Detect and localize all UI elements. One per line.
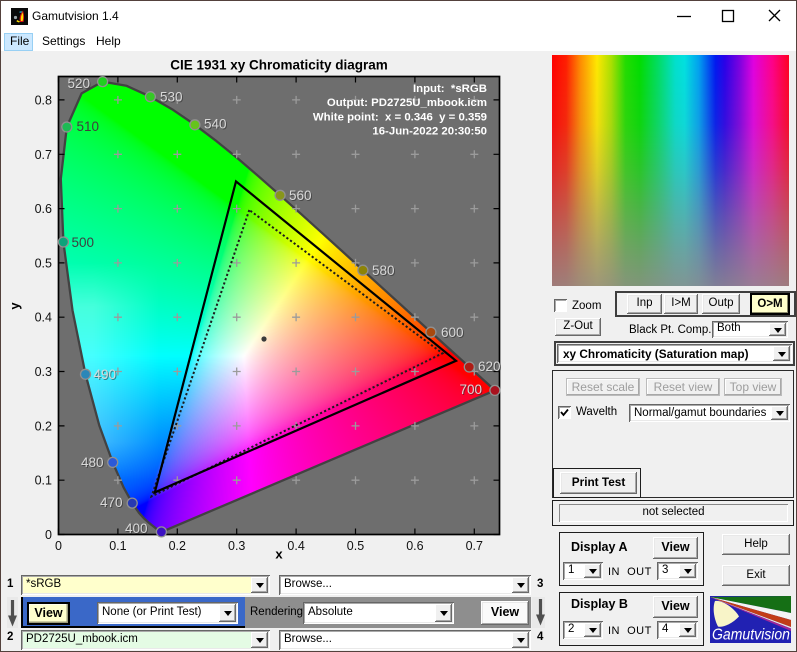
svg-text:0.3: 0.3 — [228, 539, 245, 553]
svg-text:Output: PD2725U_mbook.icm: Output: PD2725U_mbook.icm — [327, 97, 487, 109]
svg-text:500: 500 — [72, 235, 95, 250]
svg-text:Gamutvision: Gamutvision — [712, 627, 790, 644]
svg-text:600: 600 — [441, 325, 464, 340]
svg-text:0.7: 0.7 — [35, 148, 52, 162]
svg-text:White point: x = 0.346 y = 0: White point: x = 0.346 y = 0.359 — [313, 112, 487, 124]
svg-text:580: 580 — [372, 263, 395, 278]
svg-text:0.1: 0.1 — [109, 539, 126, 553]
svg-text:0.4: 0.4 — [287, 539, 304, 553]
svg-text:16-Jun-2022 20:30:50: 16-Jun-2022 20:30:50 — [372, 126, 487, 138]
svg-text:0.7: 0.7 — [466, 539, 483, 553]
svg-text:0.3: 0.3 — [35, 365, 52, 379]
svg-text:400: 400 — [125, 521, 148, 536]
svg-text:480: 480 — [81, 455, 104, 470]
svg-text:0.6: 0.6 — [35, 202, 52, 216]
svg-text:470: 470 — [100, 495, 123, 510]
svg-text:x: x — [275, 547, 283, 562]
svg-text:620: 620 — [478, 359, 501, 374]
svg-text:0: 0 — [55, 539, 62, 553]
svg-text:0.5: 0.5 — [347, 539, 364, 553]
svg-text:510: 510 — [77, 119, 100, 134]
svg-text:0.2: 0.2 — [35, 419, 52, 433]
svg-text:0: 0 — [45, 528, 52, 542]
svg-text:530: 530 — [160, 89, 183, 104]
svg-text:Input: *sRGB: Input: *sRGB — [413, 83, 487, 95]
svg-text:540: 540 — [204, 116, 227, 131]
svg-text:560: 560 — [289, 188, 312, 203]
svg-text:0.5: 0.5 — [35, 256, 52, 270]
svg-text:490: 490 — [94, 367, 117, 382]
svg-text:0.2: 0.2 — [169, 539, 186, 553]
svg-text:0.1: 0.1 — [35, 474, 52, 488]
svg-text:0.8: 0.8 — [35, 93, 52, 107]
svg-text:y: y — [7, 302, 22, 310]
svg-text:0.4: 0.4 — [35, 311, 52, 325]
svg-text:520: 520 — [67, 76, 90, 91]
svg-text:CIE 1931 xy Chromaticity diagr: CIE 1931 xy Chromaticity diagram — [170, 58, 388, 73]
svg-text:0.6: 0.6 — [406, 539, 423, 553]
svg-text:700: 700 — [459, 382, 482, 397]
